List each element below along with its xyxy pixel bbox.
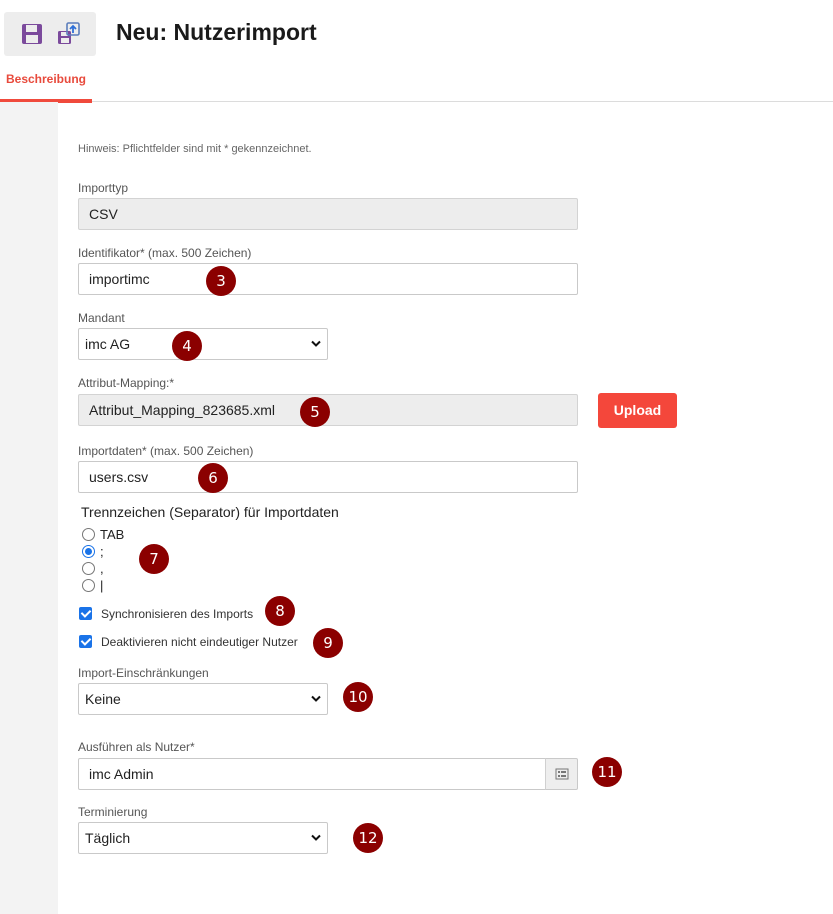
separator-option-comma[interactable]: , — [82, 560, 104, 576]
einschraenkungen-label: Import-Einschränkungen — [78, 666, 209, 680]
radio-button[interactable] — [82, 545, 95, 559]
upload-button[interactable]: Upload — [598, 393, 677, 428]
importdaten-input[interactable]: users.csv — [78, 461, 578, 493]
annotation-badge: 6 — [198, 463, 228, 493]
required-hint: Hinweis: Pflichtfelder sind mit * gekenn… — [78, 143, 312, 155]
radio-label: ; — [100, 544, 104, 560]
checkbox-label: Synchronisieren des Imports — [101, 606, 254, 621]
ausfuehren-als-label: Ausführen als Nutzer* — [78, 740, 195, 754]
radio-button[interactable] — [82, 562, 95, 576]
radio-label: TAB — [100, 527, 125, 543]
separator-label: Trennzeichen (Separator) für Importdaten — [81, 504, 339, 520]
save-and-import-icon[interactable] — [55, 20, 83, 48]
radio-label: , — [100, 561, 104, 577]
tab-beschreibung[interactable]: Beschreibung — [0, 60, 92, 103]
einschraenkungen-select[interactable]: Keine — [78, 683, 328, 715]
mandant-select[interactable]: imc AG — [78, 328, 328, 360]
synchronisieren-checkbox[interactable] — [79, 607, 92, 621]
annotation-badge: 3 — [206, 266, 236, 296]
annotation-badge: 11 — [592, 757, 622, 787]
chevron-down-icon — [311, 695, 321, 702]
separator-option-pipe[interactable]: | — [82, 577, 103, 593]
einschraenkungen-value: Keine — [85, 691, 121, 707]
list-icon — [555, 768, 569, 780]
checkbox-label: Deaktivieren nicht eindeutiger Nutzer — [101, 634, 298, 649]
separator-option-semicolon[interactable]: ; — [82, 543, 104, 559]
attribut-mapping-label: Attribut-Mapping:* — [78, 376, 175, 390]
terminierung-select[interactable]: Täglich — [78, 822, 328, 854]
annotation-badge: 7 — [139, 544, 169, 574]
annotation-badge: 9 — [313, 628, 343, 658]
tab-bar: Beschreibung — [0, 60, 833, 103]
terminierung-value: Täglich — [85, 830, 131, 846]
chevron-down-icon — [311, 340, 321, 347]
tab-label: Beschreibung — [5, 72, 86, 86]
radio-label: | — [100, 578, 104, 594]
identifikator-label: Identifikator* (max. 500 Zeichen) — [78, 246, 252, 260]
mandant-value: imc AG — [85, 336, 131, 352]
importdaten-label: Importdaten* (max. 500 Zeichen) — [78, 444, 254, 458]
identifikator-input[interactable]: importimc — [78, 263, 578, 295]
mandant-label: Mandant — [78, 311, 125, 325]
annotation-badge: 8 — [265, 596, 295, 626]
radio-button[interactable] — [82, 528, 95, 542]
annotation-badge: 12 — [353, 823, 383, 853]
sidebar — [0, 102, 58, 914]
deaktivieren-checkbox[interactable] — [79, 635, 92, 649]
radio-button[interactable] — [82, 579, 95, 593]
chevron-down-icon — [311, 834, 321, 841]
toolbar — [4, 12, 96, 56]
separator-option-tab[interactable]: TAB — [82, 526, 124, 542]
annotation-badge: 10 — [343, 682, 373, 712]
annotation-badge: 4 — [172, 331, 202, 361]
deaktivieren-checkbox-row[interactable]: Deaktivieren nicht eindeutiger Nutzer — [79, 634, 298, 650]
importtyp-label: Importtyp — [78, 181, 129, 195]
ausfuehren-als-input[interactable]: imc Admin — [78, 758, 546, 790]
annotation-badge: 5 — [300, 397, 330, 427]
page-title: Neu: Nutzerimport — [116, 19, 317, 45]
terminierung-label: Terminierung — [78, 805, 148, 819]
save-icon[interactable] — [18, 20, 46, 48]
user-picker-button[interactable] — [545, 758, 578, 790]
synchronisieren-checkbox-row[interactable]: Synchronisieren des Imports — [79, 606, 253, 622]
importtyp-field: CSV — [78, 198, 578, 230]
